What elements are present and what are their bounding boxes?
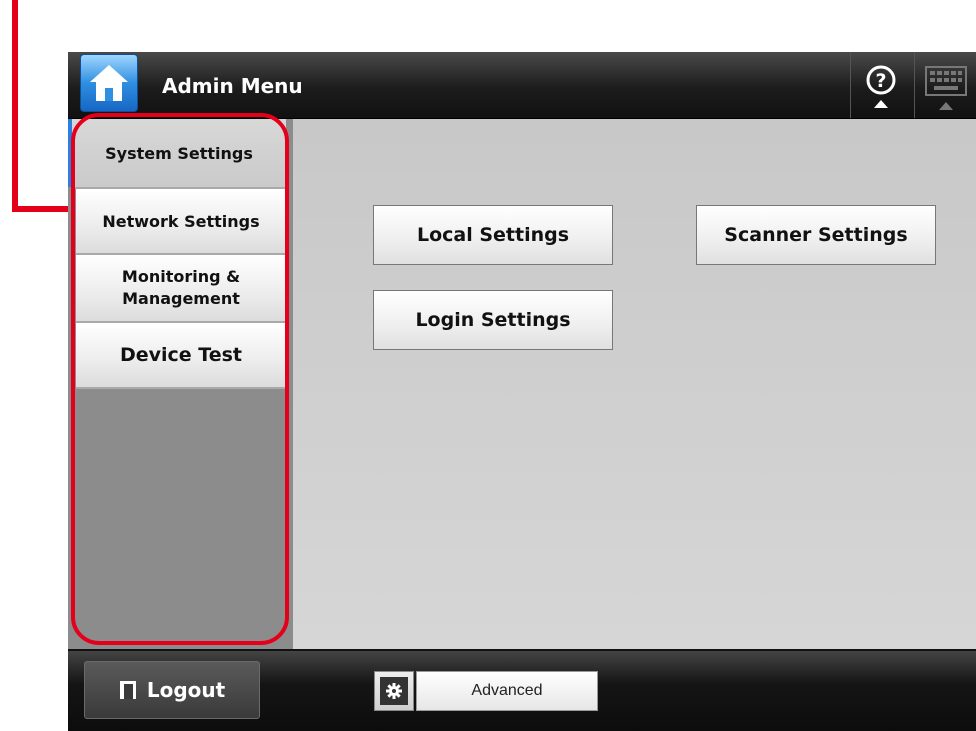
tab-label: System Settings bbox=[105, 143, 253, 163]
main-panel: Local Settings Scanner Settings Login Se… bbox=[293, 119, 976, 649]
callout-line-horizontal bbox=[12, 206, 76, 212]
svg-text:?: ? bbox=[875, 70, 886, 92]
sidebar: System Settings Network Settings Monitor… bbox=[68, 119, 293, 649]
logout-button[interactable]: Logout bbox=[84, 661, 260, 719]
local-settings-button[interactable]: Local Settings bbox=[373, 205, 613, 265]
help-button[interactable]: ? bbox=[850, 52, 911, 118]
tab-label: Monitoring & Management bbox=[121, 267, 241, 308]
home-button[interactable] bbox=[80, 54, 138, 112]
home-icon bbox=[90, 65, 128, 101]
tab-system-settings[interactable]: System Settings bbox=[72, 119, 286, 189]
tab-network-settings[interactable]: Network Settings bbox=[76, 189, 286, 255]
gear-icon bbox=[386, 683, 402, 699]
callout-line-vertical bbox=[12, 0, 18, 212]
keyboard-menu-arrow-icon bbox=[939, 102, 953, 110]
page-title: Admin Menu bbox=[162, 74, 303, 98]
advanced-settings-button[interactable] bbox=[374, 671, 414, 711]
advanced-button[interactable]: Advanced bbox=[416, 671, 598, 711]
tab-label: Device Test bbox=[119, 344, 243, 366]
help-icon: ? bbox=[866, 65, 896, 95]
advanced-control: Advanced bbox=[374, 671, 598, 711]
keyboard-button[interactable] bbox=[914, 52, 976, 118]
login-settings-button[interactable]: Login Settings bbox=[373, 290, 613, 350]
logout-icon bbox=[119, 681, 136, 699]
header-bar: Admin Menu ? bbox=[68, 52, 976, 119]
footer-bar: Logout Advanced bbox=[68, 649, 976, 731]
logout-label: Logout bbox=[146, 678, 226, 702]
admin-window: Admin Menu ? System Settings Network Set… bbox=[68, 52, 976, 731]
scanner-settings-button[interactable]: Scanner Settings bbox=[696, 205, 936, 265]
tab-device-test[interactable]: Device Test bbox=[76, 323, 286, 389]
help-menu-arrow-icon bbox=[874, 100, 888, 108]
tab-monitoring-management[interactable]: Monitoring & Management bbox=[76, 255, 286, 323]
keyboard-icon bbox=[925, 66, 967, 96]
tab-label: Network Settings bbox=[102, 211, 260, 231]
